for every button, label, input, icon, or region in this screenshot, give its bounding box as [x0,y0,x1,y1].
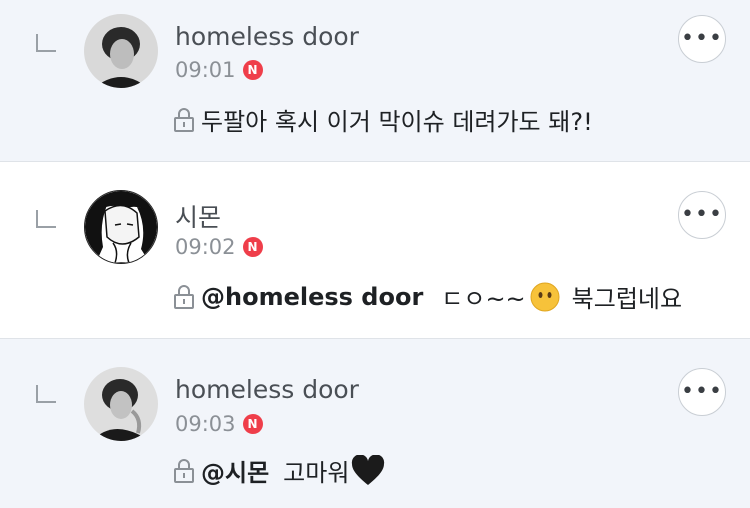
black-heart-icon [352,454,385,485]
new-badge: N [242,60,263,80]
comment-time: 09:01 [175,58,236,82]
comment-author[interactable]: homeless door [175,375,359,404]
new-badge: N [242,414,263,434]
comment-time: 09:02 [175,235,236,259]
comment-item: homeless door 09:01 N 두팔아 혹시 이거 막이슈 데려가도… [0,0,750,162]
comment-text: 두팔아 혹시 이거 막이슈 데려가도 돼?! [201,108,593,136]
comment-text: 북그럽네요 [571,285,683,313]
comment-time: 09:03 [175,412,236,436]
more-options-button[interactable]: ••• [678,191,726,239]
comment-body: 두팔아 혹시 이거 막이슈 데려가도 돼?! [173,102,593,137]
comment-meta: 09:03 N [175,412,263,436]
comment-text: ㄷㅇ~~ [441,285,526,313]
comment-author[interactable]: homeless door [175,22,359,51]
mention-link[interactable]: @homeless door [201,283,423,311]
mention-link[interactable]: @시몬 [201,453,269,488]
avatar[interactable] [84,14,158,88]
more-options-button[interactable]: ••• [678,368,726,416]
reply-arrow-icon [36,385,56,403]
lock-icon [174,107,194,132]
reply-arrow-icon [36,34,56,52]
comment-meta: 09:02 N [175,235,263,259]
comment-item: 시몬 09:02 N @homeless door ㄷㅇ~~ 북그럽네요 ••• [0,162,750,339]
comment-body: @시몬 고마워 [173,453,385,488]
lock-icon [174,284,194,309]
avatar[interactable] [84,190,158,264]
more-options-button[interactable]: ••• [678,15,726,63]
lock-icon [174,458,194,483]
comment-meta: 09:01 N [175,58,263,82]
avatar[interactable] [84,367,158,441]
comment-author[interactable]: 시몬 [175,198,221,234]
reply-arrow-icon [36,210,56,228]
new-badge: N [242,237,263,257]
no-mouth-face-icon [530,282,560,311]
comment-body: @homeless door ㄷㅇ~~ 북그럽네요 [173,279,682,314]
comment-text: 고마워 [283,459,350,487]
comment-item: homeless door 09:03 N @시몬 고마워 ••• [0,339,750,508]
